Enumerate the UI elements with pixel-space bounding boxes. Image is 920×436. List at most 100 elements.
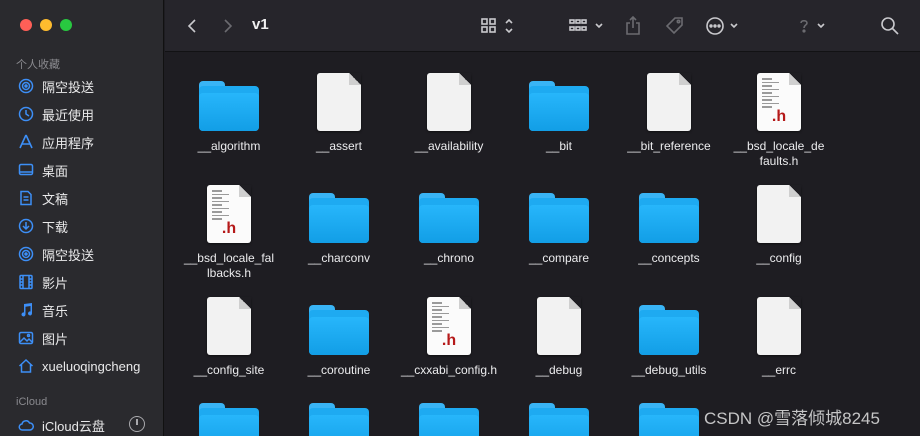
sidebar-item-favorite-2[interactable]: 应用程序 [18, 130, 158, 154]
folder-icon [173, 67, 285, 131]
group-button[interactable] [569, 14, 605, 38]
file-name: __availability [414, 139, 484, 153]
file-name: __chrono [423, 251, 475, 265]
sidebar-item-favorite-9[interactable]: 图片 [18, 326, 158, 350]
action-menu-button[interactable] [705, 14, 741, 38]
search-button[interactable] [880, 14, 900, 38]
file-name: __bsd_locale_fal lbacks.h [183, 251, 275, 280]
sidebar-item-label: 隔空投送 [42, 79, 95, 95]
file-item[interactable]: __charconv [283, 179, 395, 266]
watermark: CSDN @雪落倾城8245 [704, 409, 880, 428]
file-item[interactable]: __compare [503, 179, 615, 266]
group-icon [569, 19, 603, 31]
folder-icon [283, 179, 395, 243]
file-name: __compare [528, 251, 590, 265]
document-icon [18, 190, 34, 206]
file-name: __config_site [193, 363, 265, 377]
folder-icon [613, 179, 725, 243]
sidebar-item-label: 影片 [42, 275, 69, 291]
file-name: __errc [761, 363, 796, 377]
file-item[interactable]: .h __bsd_locale_fal lbacks.h [173, 179, 285, 281]
sidebar-item-label: xueluoqingcheng [42, 358, 141, 374]
file-name: __debug [535, 363, 583, 377]
share-button[interactable] [625, 14, 641, 38]
file-item[interactable]: __errc [723, 291, 835, 378]
help-menu-button[interactable] [794, 14, 828, 38]
eject-icon[interactable] [129, 416, 145, 432]
question-icon [800, 19, 825, 33]
folder-title: v1 [252, 16, 269, 33]
file-item[interactable]: __chrono [393, 179, 505, 266]
file-item-partial[interactable] [173, 403, 285, 436]
file-item[interactable]: __config [723, 179, 835, 266]
document-file-icon [723, 291, 835, 355]
chevron-right-icon [224, 19, 233, 33]
file-item-partial[interactable] [393, 403, 505, 436]
file-item[interactable]: __assert [283, 67, 395, 154]
window-controls [20, 19, 72, 31]
download-icon [18, 218, 34, 234]
chevron-left-icon [187, 19, 196, 33]
sidebar-item-favorite-7[interactable]: 影片 [18, 270, 158, 294]
minimize-window-button[interactable] [40, 19, 52, 31]
file-item[interactable]: __availability [393, 67, 505, 154]
forward-button[interactable] [223, 14, 233, 38]
icloud-header: iCloud [16, 396, 48, 408]
sidebar-item-favorite-4[interactable]: 文稿 [18, 186, 158, 210]
airdrop-icon [18, 78, 34, 94]
tag-button[interactable] [665, 14, 685, 38]
music-icon [18, 302, 34, 318]
sidebar-item-label: 应用程序 [42, 135, 95, 151]
film-icon [18, 274, 34, 290]
sidebar-item-favorite-10[interactable]: xueluoqingcheng [18, 354, 158, 378]
sidebar-item-label: 音乐 [42, 303, 69, 319]
file-item[interactable]: __bit [503, 67, 615, 154]
file-item[interactable]: __concepts [613, 179, 725, 266]
sidebar-item-label: iCloud云盘 [42, 418, 105, 434]
file-item[interactable]: __config_site [173, 291, 285, 378]
close-window-button[interactable] [20, 19, 32, 31]
file-name: __bit_reference [627, 139, 711, 153]
desktop-icon [18, 162, 34, 178]
file-item[interactable]: __coroutine [283, 291, 395, 378]
sidebar-item-favorite-0[interactable]: 隔空投送 [18, 74, 158, 98]
sidebar-item-favorite-6[interactable]: 隔空投送 [18, 242, 158, 266]
sidebar-item-label: 文稿 [42, 191, 69, 207]
sidebar-item-label: 最近使用 [42, 107, 95, 123]
folder-icon [503, 403, 615, 436]
sidebar-item-favorite-3[interactable]: 桌面 [18, 158, 158, 182]
file-name: __charconv [307, 251, 371, 265]
file-item[interactable]: __debug_utils [613, 291, 725, 378]
zoom-window-button[interactable] [60, 19, 72, 31]
sidebar-item-label: 图片 [42, 331, 69, 347]
folder-icon [283, 291, 395, 355]
sidebar-item-favorite-5[interactable]: 下载 [18, 214, 158, 238]
view-mode-button[interactable] [481, 14, 515, 38]
airdrop-icon [18, 246, 34, 262]
file-name: __coroutine [307, 363, 371, 377]
file-name: __bit [545, 139, 573, 153]
home-icon [18, 358, 34, 374]
file-item[interactable]: .h __bsd_locale_de faults.h [723, 67, 835, 169]
folder-icon [393, 403, 505, 436]
icon-grid-icon [481, 18, 513, 34]
file-item-partial[interactable] [283, 403, 395, 436]
file-name: __config [756, 251, 802, 265]
sidebar-item-label: 隔空投送 [42, 247, 95, 263]
tag-icon [665, 17, 683, 35]
file-item[interactable]: __algorithm [173, 67, 285, 154]
cloud-icon [18, 417, 34, 433]
ellipsis-circle-icon [706, 17, 738, 35]
file-item[interactable]: .h __cxxabi_config.h [393, 291, 505, 378]
share-icon [626, 16, 640, 35]
back-button[interactable] [187, 14, 197, 38]
sidebar-item-favorite-8[interactable]: 音乐 [18, 298, 158, 322]
file-item-partial[interactable] [503, 403, 615, 436]
file-item[interactable]: __debug [503, 291, 615, 378]
file-item[interactable]: __bit_reference [613, 67, 725, 154]
sidebar-item-favorite-1[interactable]: 最近使用 [18, 102, 158, 126]
folder-icon [283, 403, 395, 436]
folder-icon [173, 403, 285, 436]
header-file-icon: .h [173, 179, 285, 243]
file-name: __debug_utils [631, 363, 707, 377]
